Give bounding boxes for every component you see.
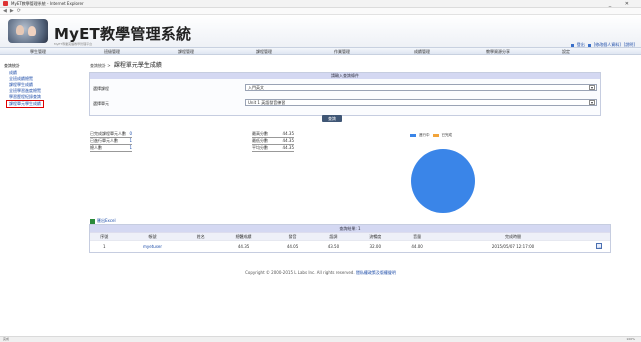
detail-icon[interactable]: ...: [596, 243, 603, 250]
stat-value: 44.35: [282, 138, 294, 143]
app-logo: [8, 19, 48, 43]
breadcrumb-prefix[interactable]: 查詢統計 >: [90, 63, 111, 68]
forward-icon[interactable]: ▶: [10, 8, 14, 14]
nav-item-resources[interactable]: 教學資源分享: [486, 49, 510, 55]
nav-item-grades[interactable]: 成績管理: [414, 49, 430, 55]
column-header: 帳號: [118, 232, 187, 241]
nav-item-settings[interactable]: 設定: [562, 49, 570, 55]
filter-panel: 請輸入查詢條件 選擇課程 入門英文 ▾ 選擇單元 Unit 1 英語發音練習 ▾: [89, 72, 601, 116]
page-footer: Copyright © 2000-2015 L Labs Inc. All ri…: [0, 270, 641, 276]
column-header: [588, 232, 610, 241]
cell-name: [186, 240, 216, 252]
unit-select-value: Unit 1 英語發音練習: [248, 100, 286, 105]
browser-toolbar: ◀ ▶ ⟳: [0, 8, 641, 15]
browser-favicon-icon: [3, 1, 8, 6]
cell-pronunciation: 44.05: [272, 240, 313, 252]
cell-fluency: 32.00: [353, 240, 397, 252]
stat-row: 已完成課程單元人數 0: [90, 131, 132, 138]
page-title: 課程單元學生成績: [113, 62, 162, 69]
browser-statusbar: 完成 100%: [0, 336, 641, 342]
table-row: 1 myetuser 44.35 44.05 43.50 32.00 44.00…: [90, 240, 610, 252]
course-filter-row: 選擇課程 入門英文 ▾: [90, 84, 600, 92]
main-nav: 學生管理 班級管理 課程管理 課程管理 作業管理 成績管理 教學資源分享 設定: [0, 47, 641, 55]
stat-label: 平均分數: [252, 145, 268, 150]
cell-index: 1: [90, 240, 119, 252]
stat-row: 平均分數 44.35: [252, 145, 294, 152]
stat-row: 總人數 1: [90, 145, 132, 152]
filter-header: 請輸入查詢條件: [90, 73, 600, 79]
column-header: 總體成績: [215, 232, 273, 241]
cell-detail: ...: [588, 240, 610, 252]
app-title: MyET教學管理系統: [54, 25, 192, 43]
stat-label: 最低分數: [252, 138, 268, 143]
nav-item-homework[interactable]: 作業管理: [334, 49, 350, 55]
privacy-link[interactable]: 隱私權政策及版權聲明: [356, 270, 396, 275]
excel-icon: [90, 218, 95, 224]
nav-item-courses-2[interactable]: 課程管理: [256, 49, 272, 55]
sidebar-heading: 查詢統計: [4, 63, 20, 68]
back-icon[interactable]: ◀: [3, 8, 7, 14]
column-header: 完成時間: [437, 232, 589, 241]
window-titlebar: MyET教學管理系統 - Internet Explorer _ ✕: [0, 0, 641, 8]
nav-item-courses[interactable]: 課程管理: [178, 49, 194, 55]
results-table-panel: 查詢結果: 1 序號 帳號 姓名 總體成績 發音 語調 流暢度 音量 完成時間 …: [89, 224, 611, 253]
stat-label: 已進行單元人數: [90, 138, 118, 143]
chevron-down-icon[interactable]: ▾: [589, 100, 595, 105]
copyright-text: Copyright © 2000-2015 L Labs Inc. All ri…: [245, 270, 355, 275]
status-text: 完成: [3, 337, 10, 341]
stat-value[interactable]: 1: [129, 145, 132, 151]
window-controls[interactable]: _ ✕: [609, 1, 635, 7]
cell-intonation: 43.50: [312, 240, 354, 252]
refresh-icon[interactable]: ⟳: [17, 8, 21, 14]
app-header: MyET教學管理系統 MyET專業英語教學管理平台 登出 [修改個人資料] [說…: [0, 15, 641, 47]
nav-item-classes[interactable]: 班級管理: [104, 49, 120, 55]
results-caption: 查詢結果: 1: [90, 225, 610, 232]
course-label: 選擇課程: [93, 86, 109, 91]
stat-value[interactable]: 0: [129, 131, 132, 137]
unit-label: 選擇單元: [93, 101, 109, 106]
stat-label: 最高分數: [252, 131, 268, 136]
score-stats: 最高分數 44.35 最低分數 44.35 平均分數 44.35: [252, 131, 294, 152]
stat-label: 已完成課程單元人數: [90, 131, 126, 136]
course-select-value: 入門英文: [248, 85, 264, 90]
pie-slice-0: [411, 149, 475, 213]
column-header: 流暢度: [353, 232, 397, 241]
sidebar: 查詢統計 成績 全班成績總覽 課程學生成績 全班學習進度總覽 學習歷程紀錄查詢 …: [0, 55, 78, 325]
completion-stats: 已完成課程單元人數 0 已進行單元人數 1 總人數 1: [90, 131, 132, 152]
unit-filter-row: 選擇單元 Unit 1 英語發音練習 ▾: [90, 99, 600, 107]
app-subtitle: MyET專業英語教學管理平台: [54, 42, 93, 46]
legend-swatch: [410, 134, 416, 137]
legend-swatch: [432, 134, 439, 137]
legend-label: 進行中: [419, 133, 430, 137]
chart-legend: 進行中 已完成: [410, 133, 452, 138]
stat-value: 44.35: [282, 145, 294, 150]
stat-row: 最低分數 44.35: [252, 138, 294, 145]
stat-value[interactable]: 1: [129, 138, 132, 144]
chevron-down-icon[interactable]: ▾: [589, 85, 595, 90]
column-header: 語調: [312, 232, 354, 241]
stat-value: 44.35: [282, 131, 294, 136]
cell-account[interactable]: myetuser: [118, 240, 187, 252]
breadcrumb: 查詢統計 > 課程單元學生成績: [90, 60, 162, 69]
status-pie-chart: [411, 149, 475, 213]
table-header-row: 序號 帳號 姓名 總體成績 發音 語調 流暢度 音量 完成時間: [90, 232, 610, 241]
legend-label: 已完成: [441, 133, 453, 137]
column-header: 序號: [90, 232, 119, 241]
zoom-level[interactable]: 100%: [626, 337, 635, 342]
stat-label: 總人數: [90, 145, 102, 150]
cell-completed-at: 2015/05/07 12:17:00: [437, 240, 589, 252]
cell-volume: 44.00: [396, 240, 438, 252]
results-table: 序號 帳號 姓名 總體成績 發音 語調 流暢度 音量 完成時間 1 myetus…: [90, 232, 610, 252]
window-title: MyET教學管理系統 - Internet Explorer: [11, 0, 84, 6]
column-header: 發音: [272, 232, 313, 241]
query-button[interactable]: 查詢: [322, 115, 342, 122]
course-select[interactable]: 入門英文 ▾: [245, 84, 597, 91]
stat-row: 最高分數 44.35: [252, 131, 294, 138]
unit-select[interactable]: Unit 1 英語發音練習 ▾: [245, 99, 597, 106]
sidebar-item-unit-grades[interactable]: 課程單元學生成績: [6, 100, 44, 108]
cell-overall: 44.35: [215, 240, 273, 252]
column-header: 姓名: [186, 232, 216, 241]
column-header: 音量: [396, 232, 438, 241]
stat-row: 已進行單元人數 1: [90, 138, 132, 145]
